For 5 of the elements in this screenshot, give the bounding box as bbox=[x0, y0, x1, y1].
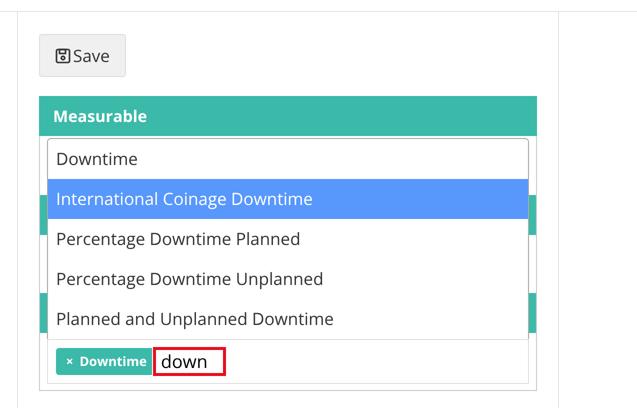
tag-input-field[interactable]: × Downtime down bbox=[47, 339, 529, 384]
save-button[interactable]: Save bbox=[39, 34, 126, 77]
panel-header: Measurable bbox=[39, 96, 537, 136]
tag-chip: × Downtime bbox=[56, 348, 152, 375]
search-input[interactable]: down bbox=[152, 347, 226, 376]
